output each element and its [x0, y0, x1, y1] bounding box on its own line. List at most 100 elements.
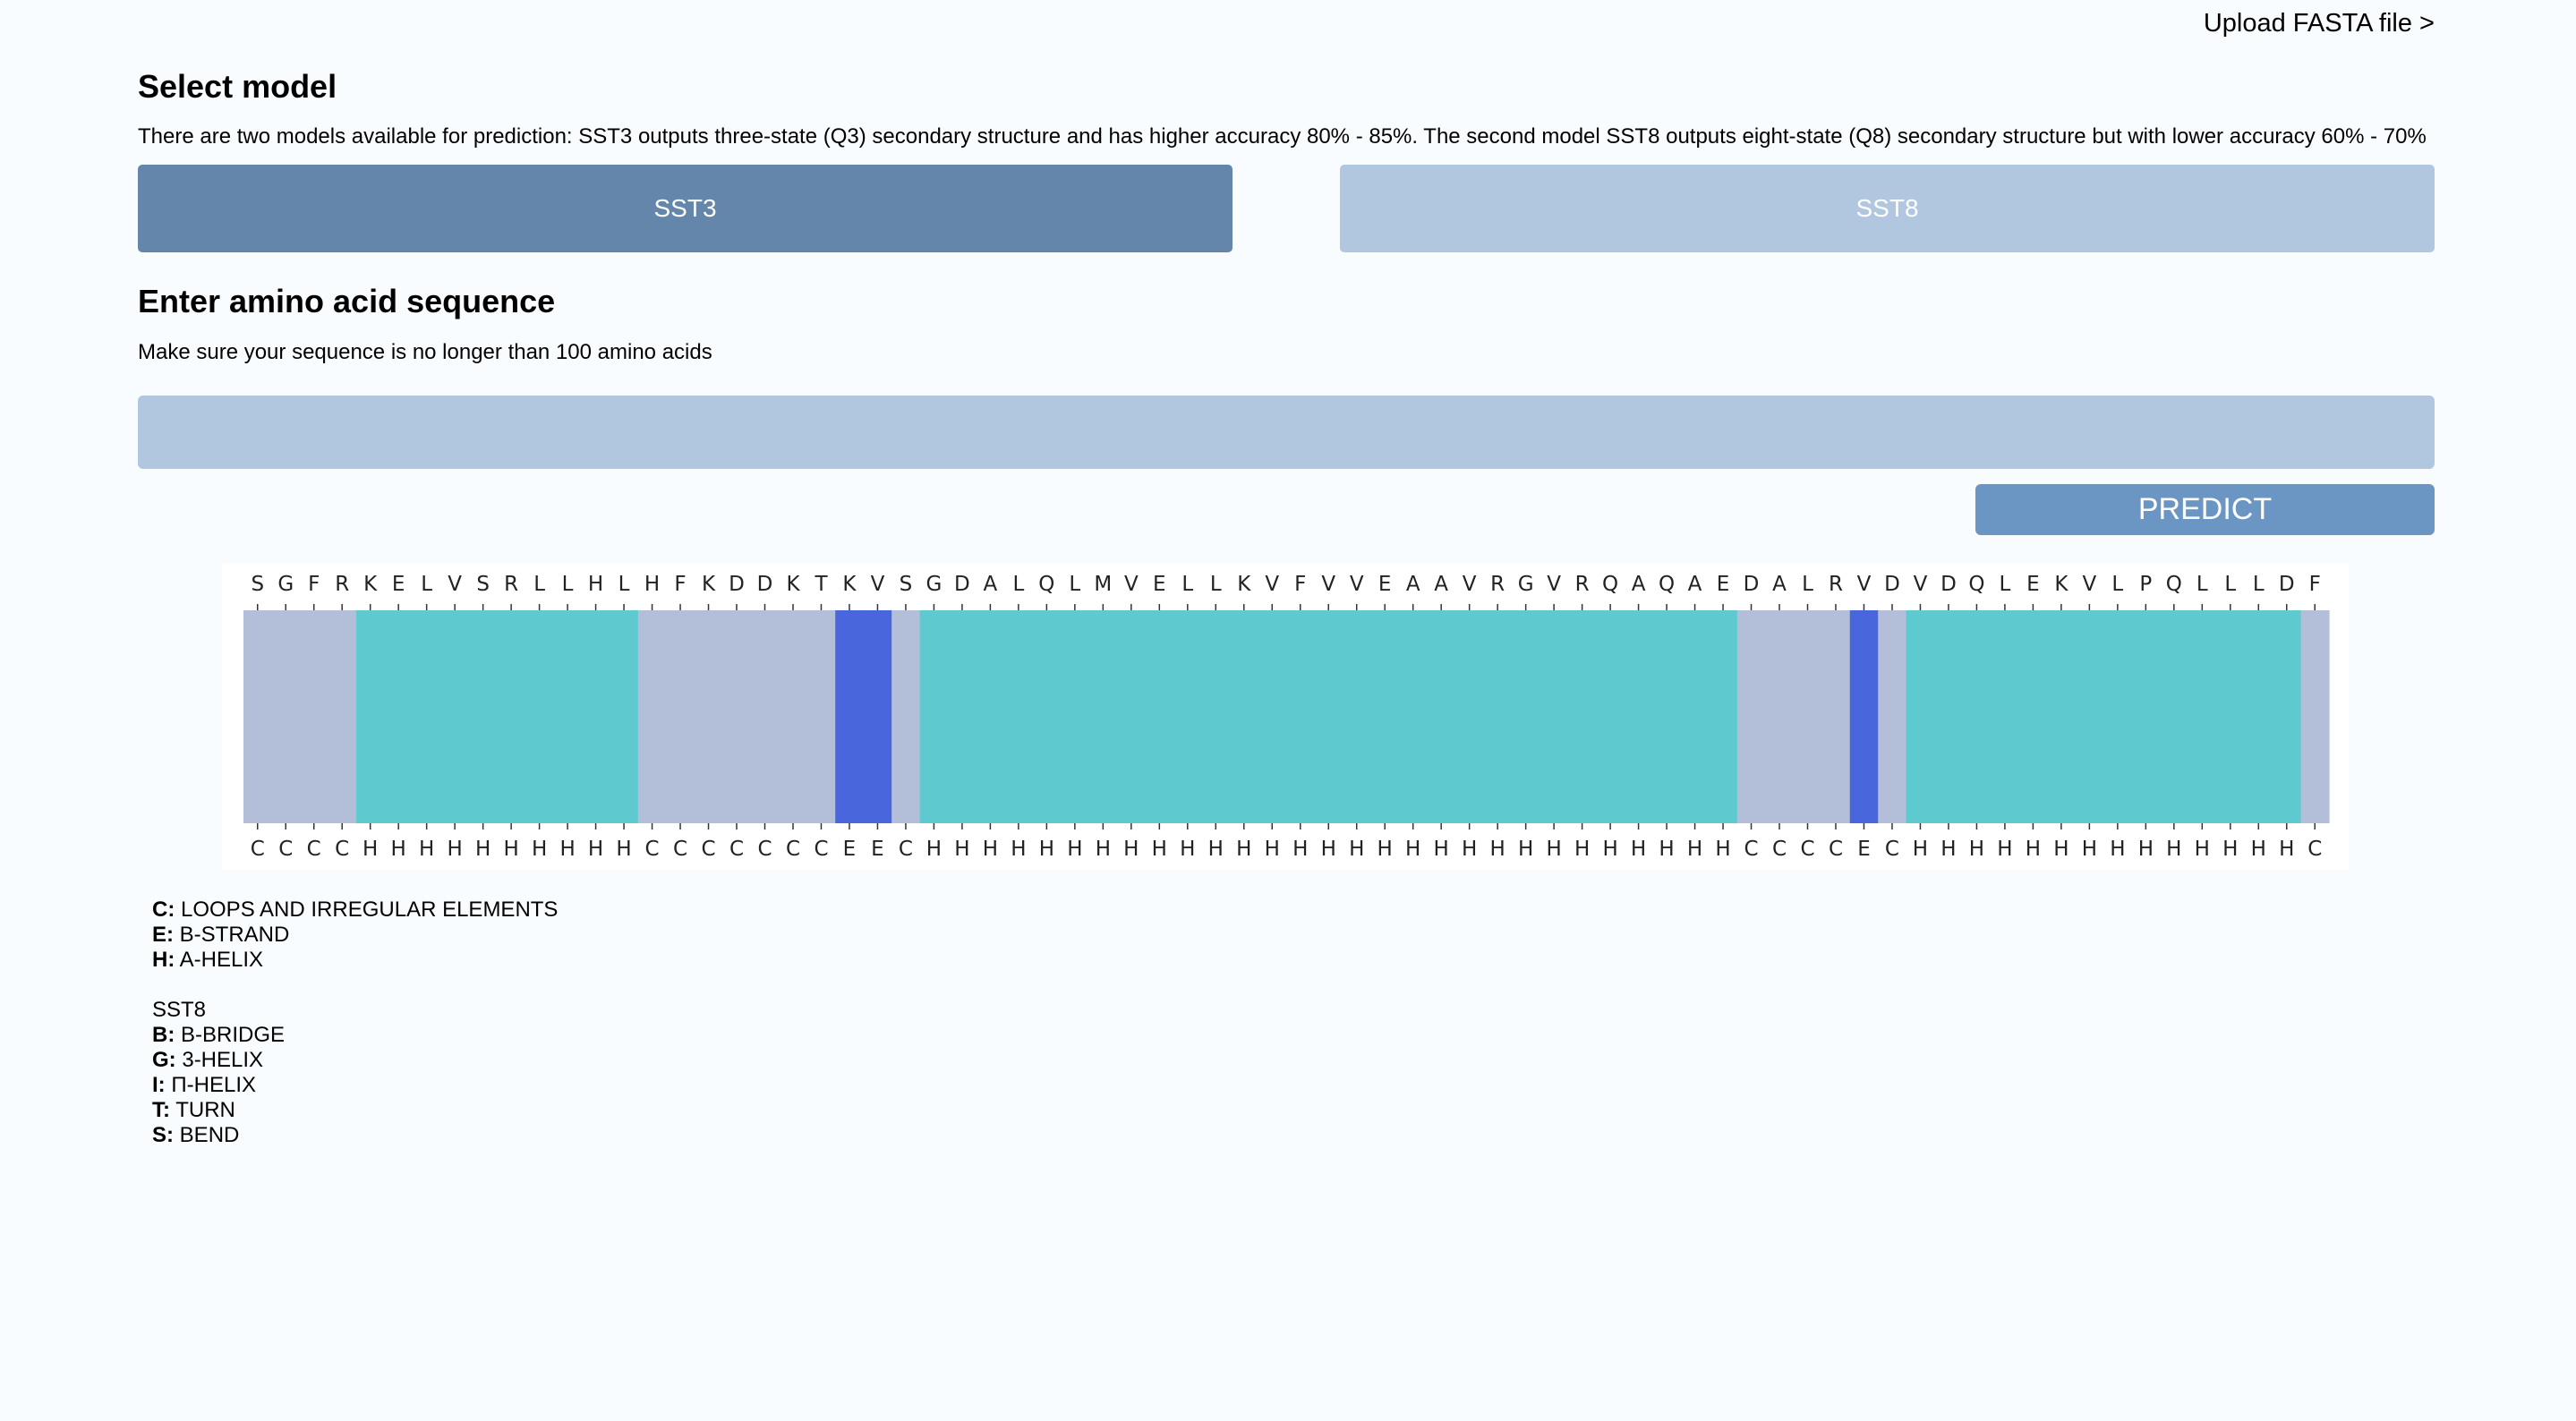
- structure-cell: [1342, 610, 1372, 823]
- amino-acid-label: R: [1490, 573, 1505, 596]
- amino-acid-label: A: [1688, 573, 1702, 596]
- structure-cell: [1596, 610, 1625, 823]
- legend-item-turn: T: TURN: [152, 1098, 558, 1123]
- structure-label: C: [1800, 838, 1814, 861]
- amino-acid-label: A: [1772, 573, 1787, 596]
- structure-cell: [1061, 610, 1090, 823]
- structure-label: H: [2222, 838, 2238, 861]
- structure-cell: [1540, 610, 1569, 823]
- structure-label: H: [1490, 838, 1506, 861]
- amino-acid-label: S: [251, 573, 264, 596]
- structure-cell: [355, 610, 386, 823]
- sst8-model-button[interactable]: SST8: [1340, 165, 2435, 252]
- structure-cell: [1652, 610, 1682, 823]
- structure-label: C: [729, 838, 744, 861]
- structure-cell: [1709, 610, 1738, 823]
- legend-item-strand: E: B-STRAND: [152, 923, 558, 948]
- amino-acid-label: V: [448, 573, 462, 596]
- structure-label: H: [1292, 838, 1308, 861]
- structure-label: H: [1659, 838, 1674, 861]
- structure-cell: [497, 610, 526, 823]
- legend-label: 3-HELIX: [182, 1048, 264, 1072]
- legend-code: E:: [152, 923, 174, 947]
- upload-fasta-link[interactable]: Upload FASTA file >: [2204, 9, 2435, 38]
- amino-acid-label: G: [1518, 573, 1534, 596]
- amino-acid-label: R: [335, 573, 349, 596]
- amino-acid-label: L: [2253, 573, 2265, 596]
- structure-label: H: [954, 838, 969, 861]
- structure-label: H: [1180, 838, 1195, 861]
- structure-label: C: [1829, 838, 1843, 861]
- structure-label: H: [1574, 838, 1590, 861]
- amino-acid-label: K: [702, 573, 716, 596]
- structure-cell: [891, 610, 921, 823]
- amino-acid-label: E: [392, 573, 405, 596]
- structure-cell: [2244, 610, 2273, 823]
- sst3-model-button[interactable]: SST3: [138, 165, 1233, 252]
- structure-cell: [1370, 610, 1400, 823]
- structure-cell: [2075, 610, 2104, 823]
- amino-acid-label: L: [618, 573, 630, 596]
- legend-label: A-HELIX: [179, 948, 264, 972]
- amino-acid-label: K: [363, 573, 378, 596]
- structure-cell: [1849, 610, 1879, 823]
- structure-label: E: [1857, 838, 1871, 861]
- structure-label: H: [1378, 838, 1393, 861]
- amino-acid-label: S: [476, 573, 490, 596]
- structure-label: C: [786, 838, 800, 861]
- structure-cell: [806, 610, 836, 823]
- structure-cell: [328, 610, 357, 823]
- amino-acid-label: R: [504, 573, 518, 596]
- structure-label: C: [645, 838, 660, 861]
- structure-cell: [271, 610, 301, 823]
- amino-acid-label: E: [1717, 573, 1730, 596]
- structure-cell: [666, 610, 695, 823]
- structure-cell: [919, 610, 949, 823]
- legend-code: I:: [152, 1073, 166, 1097]
- structure-label: H: [1969, 838, 1984, 861]
- amino-acid-label: L: [533, 573, 545, 596]
- structure-cell: [1230, 610, 1259, 823]
- predict-button[interactable]: PREDICT: [1975, 484, 2435, 535]
- structure-label: C: [251, 838, 265, 861]
- amino-acid-label: F: [1294, 573, 1306, 596]
- structure-cell: [2103, 610, 2133, 823]
- structure-label: C: [1744, 838, 1758, 861]
- amino-acid-label: L: [1012, 573, 1024, 596]
- legend-code: C:: [152, 898, 175, 922]
- structure-label: C: [701, 838, 715, 861]
- legend-code: G:: [152, 1048, 176, 1072]
- structure-label: C: [307, 838, 321, 861]
- structure-label: H: [2082, 838, 2097, 861]
- amino-acid-label: P: [2139, 573, 2152, 596]
- structure-label: H: [1434, 838, 1449, 861]
- structure-label: H: [448, 838, 463, 861]
- amino-acid-label: D: [2279, 573, 2295, 596]
- structure-cell: [1624, 610, 1653, 823]
- model-description: There are two models available for predi…: [138, 124, 2427, 149]
- amino-acid-label: H: [588, 573, 603, 596]
- structure-label: H: [2053, 838, 2068, 861]
- amino-acid-label: F: [674, 573, 686, 596]
- structure-label: C: [1885, 838, 1899, 861]
- amino-acid-label: V: [1547, 573, 1561, 596]
- structure-cell: [1511, 610, 1540, 823]
- structure-label: H: [2026, 838, 2041, 861]
- sequence-input[interactable]: [138, 396, 2435, 469]
- structure-label: C: [757, 838, 772, 861]
- structure-label: H: [503, 838, 518, 861]
- amino-acid-label: G: [926, 573, 943, 596]
- structure-label: H: [532, 838, 547, 861]
- structure-label: C: [1772, 838, 1787, 861]
- amino-acid-label: K: [842, 573, 857, 596]
- structure-cell: [581, 610, 610, 823]
- structure-label: H: [1123, 838, 1139, 861]
- legend-code: T:: [152, 1098, 170, 1122]
- structure-cell: [1088, 610, 1118, 823]
- structure-cell: [863, 610, 892, 823]
- select-model-title: Select model: [138, 68, 337, 105]
- structure-label: H: [1321, 838, 1336, 861]
- structure-label: H: [1546, 838, 1561, 861]
- legend-label: BEND: [179, 1123, 240, 1147]
- amino-acid-label: D: [729, 573, 745, 596]
